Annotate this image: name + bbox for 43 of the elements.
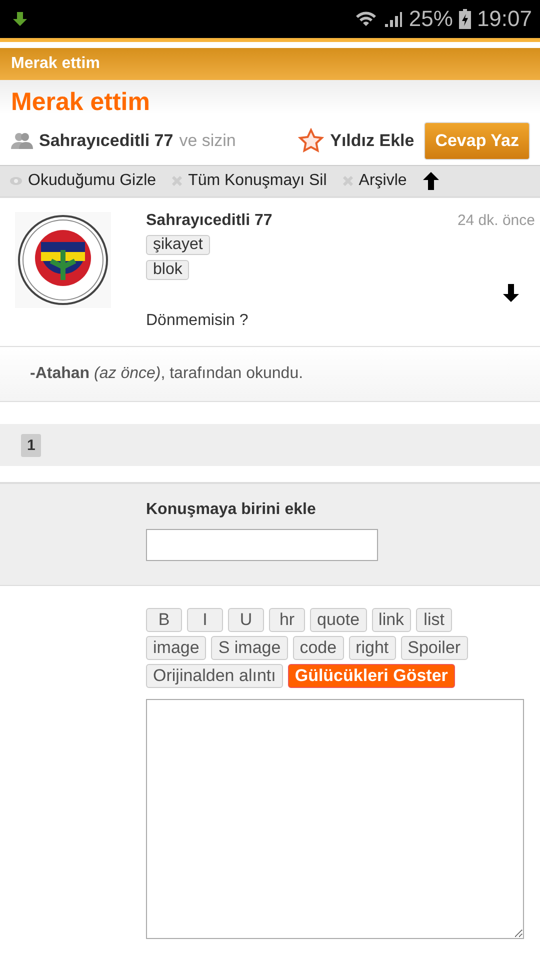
participant-name[interactable]: Sahrayıceditli 77	[39, 131, 174, 151]
editor-button[interactable]: link	[372, 608, 412, 632]
author-name[interactable]: Sahrayıceditli 77	[146, 212, 272, 230]
star-label[interactable]: Yıldız Ekle	[330, 131, 414, 151]
message-action-button[interactable]: blok	[146, 260, 190, 280]
editor-button[interactable]: B	[146, 608, 182, 632]
editor-button[interactable]: quote	[310, 608, 367, 632]
header-title: Merak ettim	[11, 55, 100, 73]
download-icon	[12, 11, 28, 27]
action-link[interactable]: Okuduğumu Gizle	[28, 172, 156, 190]
message-text: Dönmemisin ?	[146, 312, 250, 330]
cross-icon	[172, 176, 182, 186]
battery-percent: 25%	[408, 6, 453, 32]
add-person-label: Konuşmaya birini ekle	[146, 501, 317, 519]
editor-button[interactable]: Spoiler	[400, 636, 468, 660]
editor-button[interactable]: hr	[269, 608, 305, 632]
up-arrow-icon[interactable]	[422, 172, 439, 190]
signal-icon	[382, 9, 403, 29]
star-icon[interactable]	[298, 128, 324, 154]
clock: 19:07	[476, 6, 532, 32]
editor-button[interactable]: U	[228, 608, 264, 632]
editor-button[interactable]: code	[292, 636, 344, 660]
read-receipt: -Atahan (az önce), tarafından okundu.	[30, 365, 304, 383]
person-input-field[interactable]	[146, 529, 378, 561]
editor-button[interactable]: right	[348, 636, 396, 660]
down-arrow-icon[interactable]	[503, 284, 519, 302]
editor-button[interactable]: I	[187, 608, 223, 632]
editor-button[interactable]: S image	[211, 636, 288, 660]
wifi-icon	[354, 9, 377, 29]
cross-icon	[342, 176, 353, 186]
action-link[interactable]: Arşivle	[358, 172, 407, 190]
eye-icon	[10, 177, 22, 185]
action-link[interactable]: Tüm Konuşmayı Sil	[188, 172, 327, 190]
editor-button[interactable]: Orijinalden alıntı	[146, 664, 283, 688]
editor-button[interactable]: image	[146, 636, 206, 660]
page-number[interactable]: 1	[21, 434, 42, 456]
editor-button[interactable]: list	[416, 608, 452, 632]
topic-title: Merak ettim	[11, 88, 151, 117]
message-action-button[interactable]: şikayet	[146, 235, 210, 255]
message-time: 24 dk. önce	[457, 212, 535, 230]
users-icon	[11, 132, 33, 150]
participant-suffix: ve sizin	[179, 131, 236, 151]
battery-icon	[458, 9, 471, 29]
